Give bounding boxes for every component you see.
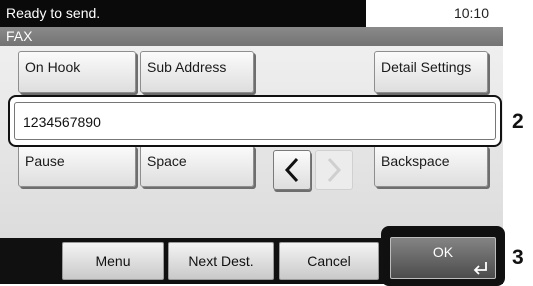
pause-button[interactable]: Pause bbox=[18, 145, 136, 187]
next-dest-button[interactable]: Next Dest. bbox=[168, 242, 274, 280]
chevron-left-icon bbox=[284, 157, 299, 183]
enter-return-icon bbox=[473, 262, 487, 275]
space-button[interactable]: Space bbox=[140, 145, 254, 187]
destination-field-frame: 1234567890 bbox=[8, 95, 502, 147]
callout-number-ok: 3 bbox=[512, 246, 524, 269]
cursor-left-button[interactable] bbox=[273, 150, 311, 190]
on-hook-button[interactable]: On Hook bbox=[18, 51, 136, 93]
cancel-button[interactable]: Cancel bbox=[279, 242, 379, 280]
menu-button[interactable]: Menu bbox=[62, 242, 164, 280]
destination-number-input[interactable]: 1234567890 bbox=[14, 102, 496, 140]
callout-number-dest: 2 bbox=[512, 110, 524, 133]
ok-label: OK bbox=[432, 244, 454, 260]
sub-address-button[interactable]: Sub Address bbox=[140, 51, 254, 93]
chevron-right-icon bbox=[327, 157, 342, 183]
detail-settings-button[interactable]: Detail Settings bbox=[374, 51, 488, 93]
ok-highlight-frame: OK bbox=[381, 226, 505, 286]
status-clock: 10:10 bbox=[366, 0, 503, 27]
backspace-button[interactable]: Backspace bbox=[374, 145, 488, 187]
ok-button[interactable]: OK bbox=[390, 237, 496, 279]
status-message: Ready to send. bbox=[0, 0, 366, 27]
mode-title: FAX bbox=[0, 27, 503, 46]
cursor-right-button[interactable] bbox=[315, 150, 353, 190]
